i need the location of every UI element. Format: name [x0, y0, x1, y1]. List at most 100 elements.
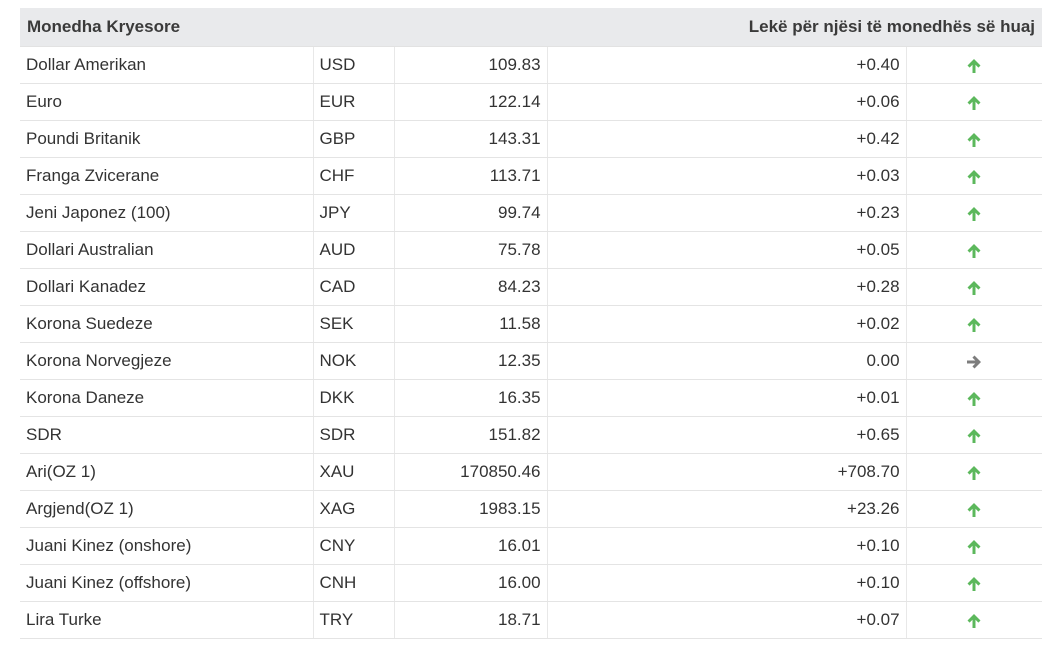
arrow-up-icon	[965, 316, 983, 334]
trend-cell	[906, 342, 1043, 380]
arrow-up-icon	[965, 57, 983, 75]
table-row: Dollari Australian AUD 75.78 +0.05	[20, 231, 1043, 269]
trend-cell	[906, 527, 1043, 565]
trend-cell	[906, 231, 1043, 269]
table-row: Lira Turke TRY 18.71 +0.07	[20, 601, 1043, 639]
arrow-up-icon	[965, 427, 983, 445]
arrow-up-icon	[965, 501, 983, 519]
trend-cell	[906, 120, 1043, 158]
exchange-rate: 18.71	[394, 601, 548, 639]
trend-cell	[906, 564, 1043, 602]
currency-code: CHF	[313, 157, 395, 195]
trend-cell	[906, 490, 1043, 528]
trend-cell	[906, 157, 1043, 195]
unit-note: Lekë për njësi të monedhës së huaj	[547, 8, 1043, 47]
exchange-rate: 170850.46	[394, 453, 548, 491]
arrow-up-icon	[965, 390, 983, 408]
arrow-up-icon	[965, 205, 983, 223]
currency-name: Euro	[20, 83, 314, 121]
rate-change: +0.03	[547, 157, 907, 195]
currency-code: GBP	[313, 120, 395, 158]
arrow-up-icon	[965, 168, 983, 186]
currency-code: DKK	[313, 379, 395, 417]
arrow-up-icon	[965, 612, 983, 630]
rate-change: +0.23	[547, 194, 907, 232]
currency-name: Ari(OZ 1)	[20, 453, 314, 491]
currency-code: CNH	[313, 564, 395, 602]
currency-name: Argjend(OZ 1)	[20, 490, 314, 528]
table-row: Franga Zvicerane CHF 113.71 +0.03	[20, 157, 1043, 195]
arrow-up-icon	[965, 242, 983, 260]
rate-change: +0.02	[547, 305, 907, 343]
table-row: Poundi Britanik GBP 143.31 +0.42	[20, 120, 1043, 158]
currency-name: Korona Daneze	[20, 379, 314, 417]
currency-code: JPY	[313, 194, 395, 232]
rate-change: +0.65	[547, 416, 907, 454]
currency-name: Franga Zvicerane	[20, 157, 314, 195]
currency-name: Korona Suedeze	[20, 305, 314, 343]
exchange-rate: 12.35	[394, 342, 548, 380]
rate-change: +0.05	[547, 231, 907, 269]
currency-code: XAG	[313, 490, 395, 528]
arrow-right-icon	[965, 353, 983, 371]
exchange-rate: 84.23	[394, 268, 548, 306]
arrow-up-icon	[965, 279, 983, 297]
exchange-rate: 75.78	[394, 231, 548, 269]
rate-change: +0.40	[547, 46, 907, 84]
table-row: Juani Kinez (onshore) CNY 16.01 +0.10	[20, 527, 1043, 565]
currency-name: Juani Kinez (onshore)	[20, 527, 314, 565]
exchange-rate: 109.83	[394, 46, 548, 84]
currency-name: Dollar Amerikan	[20, 46, 314, 84]
table-header-row: Monedha Kryesore Lekë për njësi të moned…	[20, 8, 1043, 47]
currency-code: SEK	[313, 305, 395, 343]
currency-code: EUR	[313, 83, 395, 121]
currency-name: Jeni Japonez (100)	[20, 194, 314, 232]
arrow-up-icon	[965, 94, 983, 112]
table-row: Euro EUR 122.14 +0.06	[20, 83, 1043, 121]
trend-cell	[906, 268, 1043, 306]
currency-code: NOK	[313, 342, 395, 380]
trend-cell	[906, 83, 1043, 121]
table-row: Dollar Amerikan USD 109.83 +0.40	[20, 46, 1043, 84]
exchange-rate: 122.14	[394, 83, 548, 121]
arrow-up-icon	[965, 464, 983, 482]
table-row: Korona Daneze DKK 16.35 +0.01	[20, 379, 1043, 417]
trend-cell	[906, 453, 1043, 491]
arrow-up-icon	[965, 131, 983, 149]
arrow-up-icon	[965, 575, 983, 593]
table-body: Dollar Amerikan USD 109.83 +0.40 Euro EUR 122.…	[20, 46, 1043, 639]
table-row: SDR SDR 151.82 +0.65	[20, 416, 1043, 454]
exchange-rate: 143.31	[394, 120, 548, 158]
currency-code: TRY	[313, 601, 395, 639]
exchange-rates-panel: Monedha Kryesore Lekë për njësi të moned…	[20, 8, 1043, 639]
trend-cell	[906, 416, 1043, 454]
rate-change: +0.10	[547, 564, 907, 602]
exchange-rate: 16.00	[394, 564, 548, 602]
currency-code: CNY	[313, 527, 395, 565]
rate-change: +0.28	[547, 268, 907, 306]
currency-name: Lira Turke	[20, 601, 314, 639]
exchange-rate: 151.82	[394, 416, 548, 454]
table-row: Ari(OZ 1) XAU 170850.46 +708.70	[20, 453, 1043, 491]
currency-code: USD	[313, 46, 395, 84]
trend-cell	[906, 194, 1043, 232]
rate-change: +23.26	[547, 490, 907, 528]
exchange-rates-table: Monedha Kryesore Lekë për njësi të moned…	[20, 8, 1043, 639]
trend-cell	[906, 601, 1043, 639]
rate-change: +0.07	[547, 601, 907, 639]
arrow-up-icon	[965, 538, 983, 556]
rate-change: +0.42	[547, 120, 907, 158]
currency-name: SDR	[20, 416, 314, 454]
rate-change: +0.01	[547, 379, 907, 417]
trend-cell	[906, 46, 1043, 84]
table-row: Korona Norvegjeze NOK 12.35 0.00	[20, 342, 1043, 380]
rate-change: +0.10	[547, 527, 907, 565]
currency-name: Poundi Britanik	[20, 120, 314, 158]
exchange-rate: 16.01	[394, 527, 548, 565]
table-row: Juani Kinez (offshore) CNH 16.00 +0.10	[20, 564, 1043, 602]
exchange-rate: 1983.15	[394, 490, 548, 528]
currency-code: XAU	[313, 453, 395, 491]
currency-code: SDR	[313, 416, 395, 454]
currency-code: AUD	[313, 231, 395, 269]
currency-name: Juani Kinez (offshore)	[20, 564, 314, 602]
